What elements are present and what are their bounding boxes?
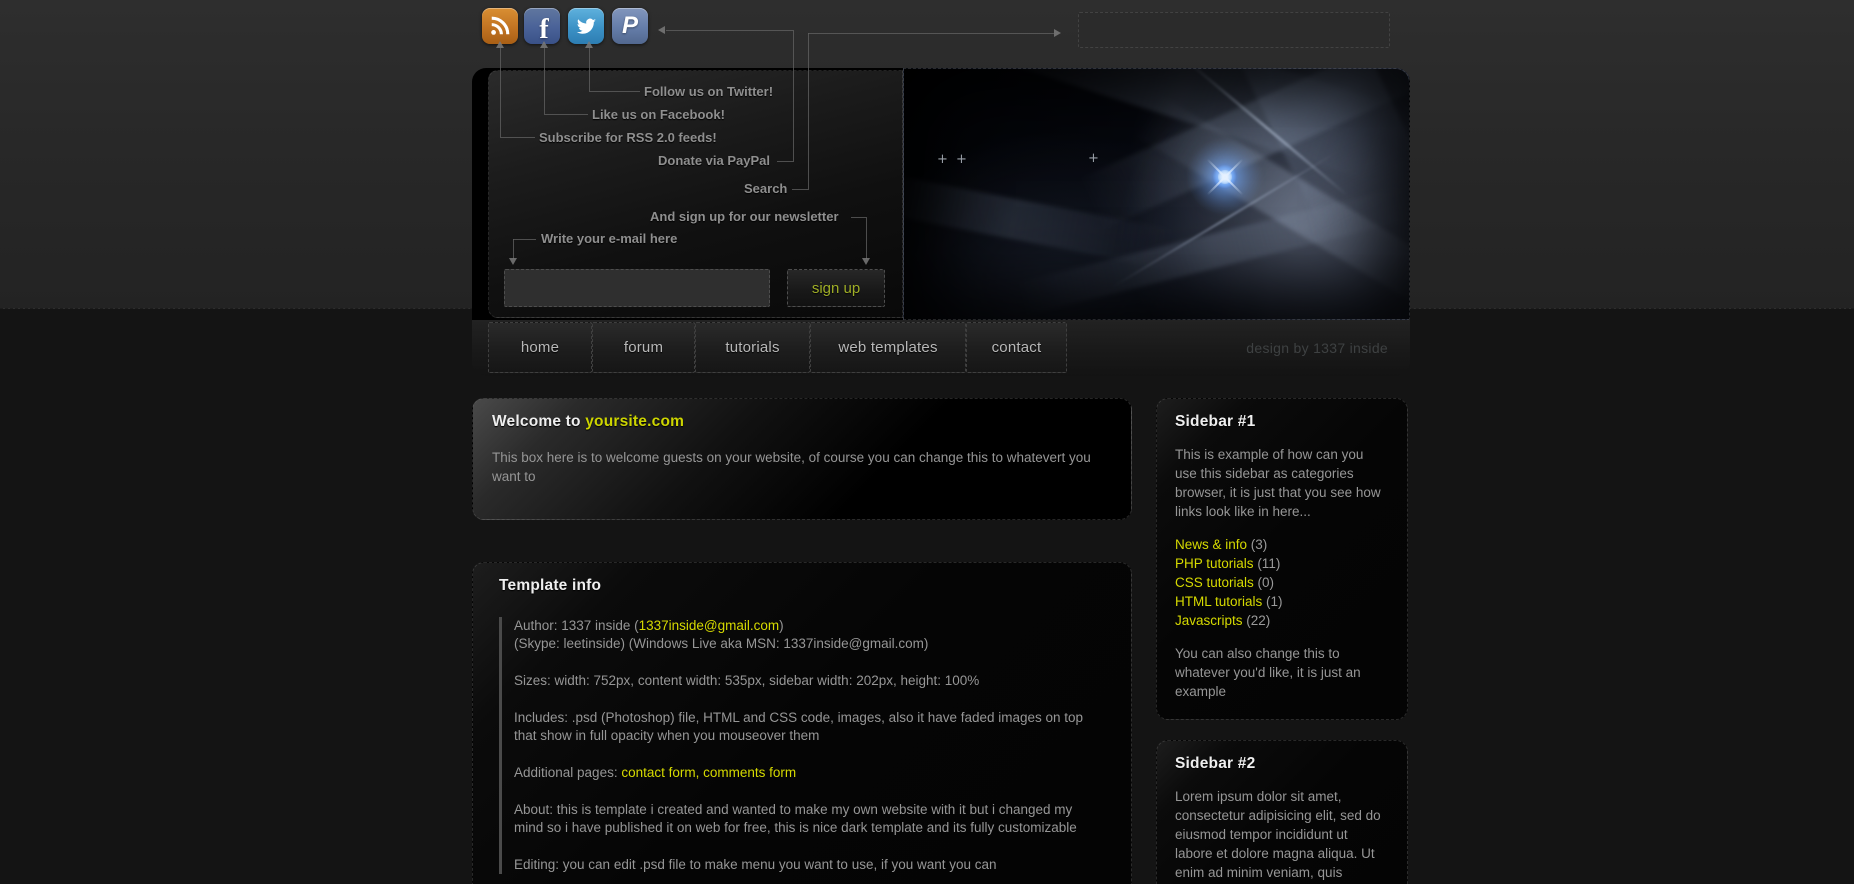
paypal-glyph: P xyxy=(622,12,638,40)
search-connector-stub xyxy=(792,189,808,190)
newsletter-arrow-icon xyxy=(862,258,870,265)
twitter-label: Follow us on Twitter! xyxy=(644,84,773,99)
email-arrow-icon xyxy=(509,258,517,265)
template-info-quote: Author: 1337 inside (1337inside@gmail.co… xyxy=(499,617,1094,874)
sidebar-1: Sidebar #1 This is example of how can yo… xyxy=(1156,398,1408,720)
facebook-icon[interactable]: f xyxy=(524,8,560,44)
email-connector-vertical xyxy=(513,239,514,259)
additional-prefix: Additional pages: xyxy=(514,765,621,780)
newsletter-connector-stub xyxy=(851,217,866,218)
sidebar-2-title: Sidebar #2 xyxy=(1175,755,1389,773)
comments-form-link[interactable]: comments form xyxy=(703,765,796,780)
welcome-title: Welcome to yoursite.com xyxy=(492,413,1112,431)
facebook-arrow-icon xyxy=(540,41,548,48)
email-connector-stub xyxy=(513,239,536,240)
nav-item-web-templates[interactable]: web templates xyxy=(810,322,966,373)
welcome-title-prefix: Welcome to xyxy=(492,413,585,430)
email-field[interactable] xyxy=(504,269,770,307)
author-line: Author: 1337 inside (1337inside@gmail.co… xyxy=(514,617,1094,635)
category-count: (11) xyxy=(1257,556,1280,571)
twitter-icon[interactable] xyxy=(568,8,604,44)
rss-arrow-icon xyxy=(496,41,504,48)
welcome-site-name: yoursite.com xyxy=(585,413,684,430)
editing-line: Editing: you can edit .psd file to make … xyxy=(514,856,1094,874)
welcome-box: Welcome to yoursite.com This box here is… xyxy=(472,398,1132,520)
sidebar-1-title: Sidebar #1 xyxy=(1175,413,1389,431)
facebook-connector-stub xyxy=(544,114,588,115)
plus-mark: + xyxy=(937,152,948,167)
newsletter-label: And sign up for our newsletter xyxy=(650,209,839,224)
category-link-row: Javascripts (22) xyxy=(1175,611,1389,630)
page: f P Follow us on Twitter! Like us on Fac… xyxy=(0,0,1854,884)
sidebar-2-body: Lorem ipsum dolor sit amet, consectetur … xyxy=(1175,787,1381,884)
nav-item-forum[interactable]: forum xyxy=(592,322,695,373)
category-link[interactable]: CSS tutorials xyxy=(1175,575,1254,590)
rss-glyph xyxy=(489,15,511,37)
search-connector-vertical xyxy=(808,33,809,190)
author-email-link[interactable]: 1337inside@gmail.com xyxy=(639,618,780,633)
plus-mark: + xyxy=(1088,151,1099,166)
search-connector-top xyxy=(808,33,1054,34)
header-image: + + + xyxy=(903,68,1410,320)
vignette xyxy=(904,69,1409,319)
search-arrow-icon xyxy=(1054,29,1061,37)
paypal-connector-stub xyxy=(777,161,793,162)
category-link[interactable]: HTML tutorials xyxy=(1175,594,1262,609)
category-link-row: HTML tutorials (1) xyxy=(1175,592,1389,611)
facebook-connector-line xyxy=(544,48,545,114)
main-nav: home forum tutorials web templates conta… xyxy=(472,320,1410,376)
sizes-line: Sizes: width: 752px, content width: 535p… xyxy=(514,672,1094,690)
nav-item-tutorials[interactable]: tutorials xyxy=(695,322,810,373)
additional-pages-line: Additional pages: contact form, comments… xyxy=(514,764,1094,782)
rss-connector-line xyxy=(500,48,501,137)
twitter-connector-stub xyxy=(589,91,640,92)
category-count: (3) xyxy=(1251,537,1268,552)
paypal-arrow-icon xyxy=(658,26,665,34)
category-count: (1) xyxy=(1266,594,1283,609)
author-prefix: Author: 1337 inside ( xyxy=(514,618,639,633)
paypal-connector-top xyxy=(666,30,793,31)
search-input[interactable] xyxy=(1078,12,1390,48)
category-link[interactable]: Javascripts xyxy=(1175,613,1243,628)
category-link-row: CSS tutorials (0) xyxy=(1175,573,1389,592)
about-line: About: this is template i created and wa… xyxy=(514,801,1094,837)
signup-button[interactable]: sign up xyxy=(787,269,885,307)
design-credit: design by 1337 inside xyxy=(1246,320,1388,376)
newsletter-connector-vertical xyxy=(866,217,867,259)
rss-label: Subscribe for RSS 2.0 feeds! xyxy=(539,130,717,145)
template-info-title: Template info xyxy=(499,577,1111,595)
contact-form-link[interactable]: contact form xyxy=(621,765,695,780)
sidebar-2: Sidebar #2 Lorem ipsum dolor sit amet, c… xyxy=(1156,740,1408,884)
contact-line: (Skype: leetinside) (Windows Live aka MS… xyxy=(514,635,1094,653)
category-link-row: News & info (3) xyxy=(1175,535,1389,554)
facebook-label: Like us on Facebook! xyxy=(592,107,725,122)
template-info-box: Template info Author: 1337 inside (1337i… xyxy=(472,562,1132,884)
email-label: Write your e-mail here xyxy=(541,231,677,246)
category-count: (22) xyxy=(1246,613,1270,628)
author-suffix: ) xyxy=(779,618,784,633)
rss-icon[interactable] xyxy=(482,8,518,44)
category-link[interactable]: PHP tutorials xyxy=(1175,556,1254,571)
plus-mark: + xyxy=(956,152,967,167)
twitter-connector-line xyxy=(589,48,590,91)
links-separator: , xyxy=(696,765,704,780)
sidebar-1-outro: You can also change this to whatever you… xyxy=(1175,644,1381,701)
twitter-arrow-icon xyxy=(585,41,593,48)
welcome-body: This box here is to welcome guests on yo… xyxy=(492,448,1112,486)
includes-line: Includes: .psd (Photoshop) file, HTML an… xyxy=(514,709,1094,745)
category-link[interactable]: News & info xyxy=(1175,537,1247,552)
nav-item-home[interactable]: home xyxy=(488,322,592,373)
nav-item-contact[interactable]: contact xyxy=(966,322,1067,373)
paypal-icon[interactable]: P xyxy=(612,8,648,44)
paypal-connector-vertical xyxy=(793,30,794,162)
sidebar-1-links: News & info (3) PHP tutorials (11) CSS t… xyxy=(1175,535,1389,630)
twitter-bird-glyph xyxy=(574,14,598,38)
search-label: Search xyxy=(744,181,787,196)
category-count: (0) xyxy=(1258,575,1275,590)
author-block: Author: 1337 inside (1337inside@gmail.co… xyxy=(514,617,1094,653)
paypal-label: Donate via PayPal xyxy=(658,153,770,168)
category-link-row: PHP tutorials (11) xyxy=(1175,554,1389,573)
rss-connector-stub xyxy=(500,137,535,138)
sidebar-1-intro: This is example of how can you use this … xyxy=(1175,445,1381,521)
